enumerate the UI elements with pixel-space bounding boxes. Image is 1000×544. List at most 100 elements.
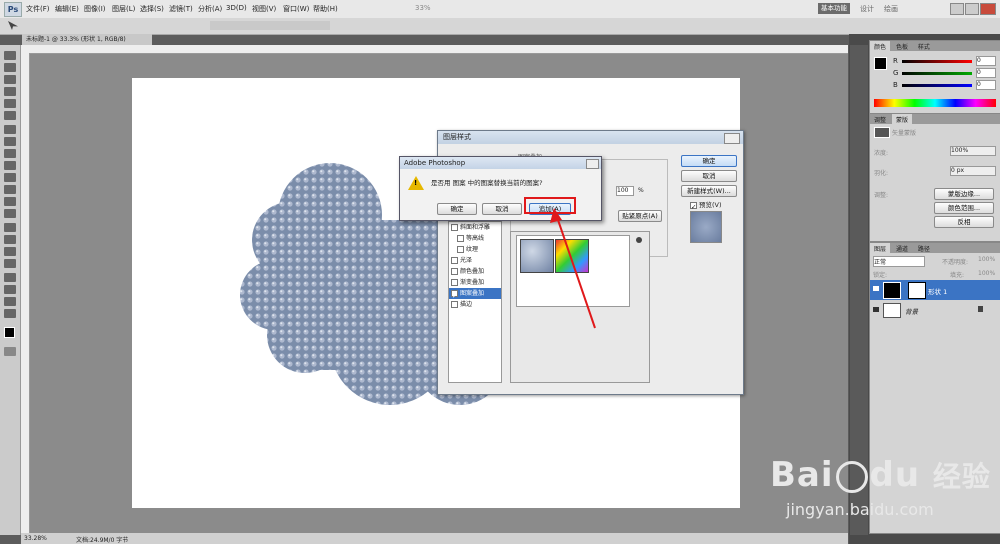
channel-r-slider[interactable] xyxy=(902,60,972,63)
layer-row-background[interactable]: 背景 xyxy=(870,301,1000,319)
feather-value[interactable]: 0 px xyxy=(950,166,996,176)
tab-styles[interactable]: 样式 xyxy=(914,41,934,52)
gradient-tool-icon[interactable] xyxy=(4,185,16,194)
close-icon[interactable] xyxy=(586,159,599,169)
type-tool-icon[interactable] xyxy=(4,235,16,244)
minimize-icon[interactable] xyxy=(950,3,964,15)
menu-analysis[interactable]: 分析(A) xyxy=(198,4,222,14)
document-tab[interactable]: 未标题-1 @ 33.3% (形状 1, RGB/8) xyxy=(22,34,152,45)
cancel-button[interactable]: 取消 xyxy=(681,170,737,182)
confirm-ok-button[interactable]: 确定 xyxy=(437,203,477,215)
channel-g-value[interactable]: 0 xyxy=(976,68,996,78)
close-icon[interactable] xyxy=(724,133,740,144)
style-gradient-overlay[interactable]: 渐变叠加 xyxy=(449,277,501,288)
opacity-value[interactable]: 100% xyxy=(978,256,995,263)
pattern-menu-icon[interactable] xyxy=(636,237,642,243)
menu-3d[interactable]: 3D(D) xyxy=(226,4,247,12)
invert-button[interactable]: 反相 xyxy=(934,216,994,228)
healing-brush-icon[interactable] xyxy=(4,125,16,134)
lasso-tool-icon[interactable] xyxy=(4,75,16,84)
zoom-status[interactable]: 33.28% xyxy=(24,535,47,542)
workspace-design[interactable]: 设计 xyxy=(860,4,874,14)
3d-rotate-icon[interactable] xyxy=(4,273,16,282)
tab-layers[interactable]: 图层 xyxy=(870,243,891,254)
3d-camera-icon[interactable] xyxy=(4,285,16,294)
close-icon[interactable] xyxy=(980,3,996,15)
snap-origin-button[interactable]: 贴紧原点(A) xyxy=(618,210,662,222)
marquee-tool-icon[interactable] xyxy=(4,63,16,72)
channel-b-value[interactable]: 0 xyxy=(976,80,996,90)
clone-stamp-icon[interactable] xyxy=(4,149,16,158)
brush-tool-icon[interactable] xyxy=(4,137,16,146)
eye-icon[interactable] xyxy=(873,307,879,312)
mask-thumbnail[interactable] xyxy=(908,282,926,299)
tab-color[interactable]: 颜色 xyxy=(870,41,891,52)
channel-b-slider[interactable] xyxy=(902,84,972,87)
watermark-url: jingyan.baidu.com xyxy=(786,500,934,519)
menu-help[interactable]: 帮助(H) xyxy=(313,4,338,14)
pen-tool-icon[interactable] xyxy=(4,223,16,232)
crop-tool-icon[interactable] xyxy=(4,99,16,108)
zoom-level[interactable]: 33% xyxy=(415,4,431,12)
tab-paths[interactable]: 路径 xyxy=(914,243,934,254)
path-select-icon[interactable] xyxy=(4,247,16,256)
style-contour[interactable]: 等高线 xyxy=(449,233,501,244)
style-texture[interactable]: 纹理 xyxy=(449,244,501,255)
menu-layer[interactable]: 图层(L) xyxy=(112,4,135,14)
opacity-input[interactable]: 100 xyxy=(616,186,634,196)
eraser-tool-icon[interactable] xyxy=(4,173,16,182)
vector-mask-icon[interactable] xyxy=(874,127,890,138)
foreground-color-swatch[interactable] xyxy=(4,327,15,338)
style-color-overlay[interactable]: 颜色叠加 xyxy=(449,266,501,277)
blend-mode-select[interactable]: 正常 xyxy=(873,256,925,267)
workspace-painting[interactable]: 绘画 xyxy=(884,4,898,14)
new-style-button[interactable]: 新建样式(W)... xyxy=(681,185,737,197)
color-spectrum[interactable] xyxy=(874,99,996,107)
channel-r-value[interactable]: 0 xyxy=(976,56,996,66)
workspace-essentials[interactable]: 基本功能 xyxy=(818,3,850,14)
ruler-horizontal xyxy=(21,45,848,54)
style-stroke[interactable]: 描边 xyxy=(449,299,501,310)
hand-tool-icon[interactable] xyxy=(4,297,16,306)
history-brush-icon[interactable] xyxy=(4,161,16,170)
move-tool-icon[interactable] xyxy=(8,21,18,30)
style-bevel[interactable]: 斜面和浮雕 xyxy=(449,222,501,233)
menu-filter[interactable]: 滤镜(T) xyxy=(169,4,193,14)
dodge-tool-icon[interactable] xyxy=(4,209,16,218)
zoom-tool-icon[interactable] xyxy=(4,309,16,318)
fill-value[interactable]: 100% xyxy=(978,270,995,277)
menu-window[interactable]: 窗口(W) xyxy=(283,4,309,14)
layer-name[interactable]: 背景 xyxy=(905,306,918,316)
eye-icon[interactable] xyxy=(873,286,879,291)
layer-row-shape1[interactable]: 形状 1 xyxy=(870,280,1000,300)
tab-channels[interactable]: 通道 xyxy=(892,243,912,254)
move-tool-icon[interactable] xyxy=(4,51,16,60)
style-pattern-overlay[interactable]: ✓ 图案叠加 xyxy=(449,288,501,300)
tab-adjustments[interactable]: 调整 xyxy=(870,114,890,125)
menu-view[interactable]: 视图(V) xyxy=(252,4,276,14)
style-satin[interactable]: 光泽 xyxy=(449,255,501,266)
channel-g-slider[interactable] xyxy=(902,72,972,75)
foreground-swatch[interactable] xyxy=(874,57,887,70)
preview-checkbox[interactable]: ✓ 预览(V) xyxy=(690,199,722,211)
shape-tool-icon[interactable] xyxy=(4,259,16,268)
tab-swatches[interactable]: 色板 xyxy=(892,41,912,52)
quick-select-tool-icon[interactable] xyxy=(4,87,16,96)
menu-image[interactable]: 图像(I) xyxy=(84,4,106,14)
menu-edit[interactable]: 编辑(E) xyxy=(55,4,79,14)
tab-masks[interactable]: 蒙版 xyxy=(891,114,912,125)
eyedropper-tool-icon[interactable] xyxy=(4,111,16,120)
confirm-cancel-button[interactable]: 取消 xyxy=(482,203,522,215)
toolbox xyxy=(0,45,21,535)
quick-mask-icon[interactable] xyxy=(4,347,16,356)
ok-button[interactable]: 确定 xyxy=(681,155,737,167)
menu-file[interactable]: 文件(F) xyxy=(26,4,50,14)
layer-name[interactable]: 形状 1 xyxy=(928,286,947,296)
density-value[interactable]: 100% xyxy=(950,146,996,156)
color-range-button[interactable]: 颜色范围... xyxy=(934,202,994,214)
mask-edge-button[interactable]: 蒙版边缘... xyxy=(934,188,994,200)
menu-select[interactable]: 选择(S) xyxy=(140,4,164,14)
warning-exclamation: ! xyxy=(414,179,418,187)
restore-icon[interactable] xyxy=(965,3,979,15)
blur-tool-icon[interactable] xyxy=(4,197,16,206)
